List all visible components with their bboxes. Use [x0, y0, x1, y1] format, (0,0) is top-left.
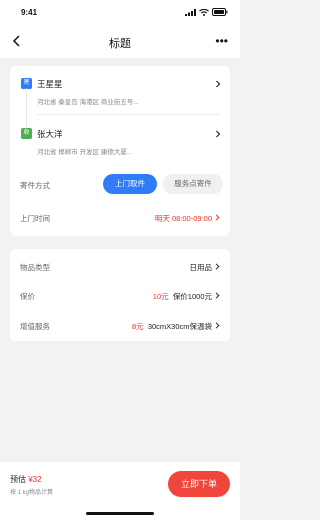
value-added-service: 30cmX30cm保温袋 [147, 322, 212, 331]
home-indicator [86, 512, 154, 515]
item-type-label: 物品类型 [20, 263, 50, 272]
estimate-note: 按 1 kg物品计算 [10, 490, 54, 496]
more-icon[interactable]: ••• [215, 34, 228, 48]
estimate: 预估 ¥32 [10, 474, 42, 485]
receiver-badge: 收 [21, 128, 32, 139]
service-point-button[interactable]: 服务点寄件 [163, 174, 223, 194]
item-type-value[interactable]: 日用品 [190, 262, 213, 273]
door-pickup-button[interactable]: 上门取件 [103, 174, 157, 194]
chevron-right-icon [216, 130, 221, 138]
insurance-value[interactable]: 10元 保价1000元 [153, 291, 212, 302]
status-bar: 9:41 [0, 0, 240, 24]
status-icons [185, 8, 228, 16]
pickup-time-label: 上门时间 [20, 214, 50, 223]
bottom-bar: 预估 ¥32 按 1 kg物品计算 立即下单 [0, 462, 240, 520]
sender-row[interactable]: 寄 王星星 河北省 秦皇岛 海港区 商业街五号... [10, 69, 230, 111]
battery-icon [212, 8, 228, 16]
divider [37, 114, 220, 115]
chevron-right-icon [215, 292, 220, 299]
pickup-method-label: 寄件方式 [20, 181, 50, 190]
chevron-right-icon [215, 322, 220, 329]
signal-icon [185, 8, 196, 16]
sender-address: 河北省 秦皇岛 海港区 商业街五号... [37, 99, 139, 106]
sender-name: 王星星 [37, 79, 63, 89]
place-order-button[interactable]: 立即下单 [168, 471, 230, 497]
value-added-price: 8元 [131, 322, 144, 331]
shipping-card: 寄 王星星 河北省 秦皇岛 海港区 商业街五号... 收 张大洋 河北省 邯郸市… [10, 66, 230, 236]
insurance-amount: 保价1000元 [172, 292, 212, 301]
chevron-right-icon [216, 80, 221, 88]
receiver-row[interactable]: 收 张大洋 河北省 邯郸市 开发区 康德大厦... [10, 119, 230, 161]
insurance-label: 保价 [20, 292, 35, 301]
wifi-icon [199, 8, 209, 16]
chevron-right-icon [215, 263, 220, 270]
value-added-label: 增值服务 [20, 322, 50, 331]
estimate-label: 预估 [10, 475, 26, 484]
page-title: 标题 [109, 38, 131, 50]
item-card: 物品类型 日用品 保价 10元 保价1000元 增值服务 8元 30cmX30c… [10, 249, 230, 341]
insurance-price: 10元 [152, 292, 169, 301]
receiver-name: 张大洋 [37, 129, 63, 139]
status-time: 9:41 [21, 8, 38, 17]
value-added-value[interactable]: 8元 30cmX30cm保温袋 [132, 321, 212, 332]
receiver-address: 河北省 邯郸市 开发区 康德大厦... [37, 149, 133, 156]
pickup-time-value[interactable]: 明天 08:00-09:00 [155, 213, 212, 224]
chevron-right-icon [215, 214, 220, 221]
estimate-price: ¥32 [28, 475, 42, 484]
nav-bar: 标题 ••• [0, 24, 240, 58]
